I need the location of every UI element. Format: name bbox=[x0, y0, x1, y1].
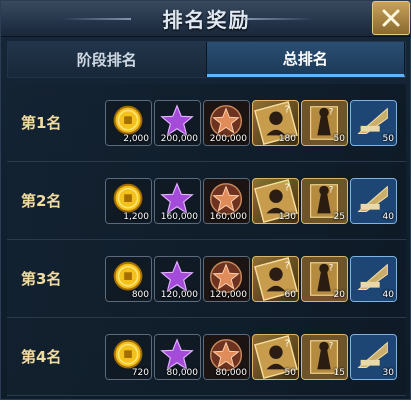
rank-row: 第2名 1,200 160,000 160,000? 130? 25 40 bbox=[7, 162, 406, 240]
reward-item[interactable]: 40 bbox=[350, 256, 397, 302]
reward-item[interactable]: ? 180 bbox=[252, 100, 299, 146]
reward-item[interactable]: ? 50 bbox=[301, 100, 348, 146]
item-quantity: 180 bbox=[278, 134, 296, 144]
reward-item[interactable]: 2,000 bbox=[105, 100, 152, 146]
reward-item[interactable]: ? 20 bbox=[301, 256, 348, 302]
reward-item[interactable]: 80,000 bbox=[154, 334, 201, 380]
item-quantity: 50 bbox=[333, 134, 345, 144]
item-quantity: 50 bbox=[382, 134, 394, 144]
reward-item[interactable]: 160,000 bbox=[154, 178, 201, 224]
item-quantity: 80,000 bbox=[215, 368, 248, 378]
item-quantity: 1,200 bbox=[123, 212, 149, 222]
svg-text:?: ? bbox=[285, 338, 290, 349]
reward-item[interactable]: 40 bbox=[350, 178, 397, 224]
ranking-tabs: 阶段排名 总排名 bbox=[7, 41, 406, 78]
svg-text:?: ? bbox=[285, 104, 290, 115]
close-button[interactable] bbox=[372, 1, 410, 35]
rank-row: 第1名 2,000 200,000 200,000? 180? 50 50 bbox=[7, 84, 406, 162]
item-quantity: 160,000 bbox=[209, 212, 247, 222]
item-quantity: 120,000 bbox=[209, 290, 247, 300]
header-right-ornament bbox=[244, 18, 314, 20]
reward-item[interactable]: 800 bbox=[105, 256, 152, 302]
item-quantity: 40 bbox=[382, 290, 394, 300]
reward-item[interactable]: ? 60 bbox=[252, 256, 299, 302]
item-quantity: 40 bbox=[382, 212, 394, 222]
tab-stage-ranking[interactable]: 阶段排名 bbox=[8, 42, 207, 77]
item-quantity: 200,000 bbox=[209, 134, 247, 144]
reward-item[interactable]: 200,000 bbox=[154, 100, 201, 146]
reward-items: 800 120,000 120,000? 60? 20 40 bbox=[105, 256, 397, 302]
item-quantity: 50 bbox=[284, 368, 296, 378]
reward-item[interactable]: 200,000 bbox=[203, 100, 250, 146]
item-quantity: 25 bbox=[333, 212, 345, 222]
reward-item[interactable]: 720 bbox=[105, 334, 152, 380]
panel-header: 排名奖励 bbox=[1, 1, 411, 37]
item-quantity: 160,000 bbox=[160, 212, 198, 222]
reward-item[interactable]: 120,000 bbox=[203, 256, 250, 302]
svg-text:?: ? bbox=[285, 260, 290, 271]
svg-text:?: ? bbox=[285, 182, 290, 193]
reward-item[interactable]: 120,000 bbox=[154, 256, 201, 302]
reward-item[interactable]: ? 15 bbox=[301, 334, 348, 380]
svg-text:?: ? bbox=[329, 341, 334, 351]
reward-item[interactable]: 30 bbox=[350, 334, 397, 380]
close-icon bbox=[382, 9, 400, 27]
reward-item[interactable]: ? 25 bbox=[301, 178, 348, 224]
reward-item[interactable]: 80,000 bbox=[203, 334, 250, 380]
reward-item[interactable]: ? 50 bbox=[252, 334, 299, 380]
rank-label: 第2名 bbox=[21, 192, 62, 210]
rank-label: 第3名 bbox=[21, 270, 62, 288]
item-quantity: 800 bbox=[131, 290, 149, 300]
rank-reward-panel: 排名奖励 阶段排名 总排名 第1名 2,000 200,000 200,000? 180… bbox=[0, 0, 411, 400]
item-quantity: 2,000 bbox=[123, 134, 149, 144]
svg-text:?: ? bbox=[329, 107, 334, 117]
svg-text:?: ? bbox=[329, 185, 334, 195]
svg-text:?: ? bbox=[329, 263, 334, 273]
item-quantity: 60 bbox=[284, 290, 296, 300]
item-quantity: 720 bbox=[131, 368, 149, 378]
panel-title: 排名奖励 bbox=[162, 8, 251, 32]
reward-list: 第1名 2,000 200,000 200,000? 180? 50 50 第2名 1,200 1… bbox=[7, 84, 406, 396]
reward-items: 720 80,000 80,000? 50? 15 30 bbox=[105, 334, 397, 380]
reward-item[interactable]: 50 bbox=[350, 100, 397, 146]
item-quantity: 15 bbox=[333, 368, 345, 378]
reward-item[interactable]: ? 130 bbox=[252, 178, 299, 224]
rank-row: 第3名 800 120,000 120,000? 60? 20 40 bbox=[7, 240, 406, 318]
item-quantity: 120,000 bbox=[160, 290, 198, 300]
reward-item[interactable]: 1,200 bbox=[105, 178, 152, 224]
item-quantity: 30 bbox=[382, 368, 394, 378]
rank-label: 第4名 bbox=[21, 348, 62, 366]
item-quantity: 200,000 bbox=[160, 134, 198, 144]
item-quantity: 130 bbox=[278, 212, 296, 222]
rank-label: 第1名 bbox=[21, 114, 62, 132]
item-quantity: 80,000 bbox=[166, 368, 199, 378]
tab-total-ranking[interactable]: 总排名 bbox=[206, 42, 405, 77]
rank-row: 第4名 720 80,000 80,000? 50? 15 30 bbox=[7, 318, 406, 396]
reward-items: 1,200 160,000 160,000? 130? 25 40 bbox=[105, 178, 397, 224]
reward-item[interactable]: 160,000 bbox=[203, 178, 250, 224]
reward-items: 2,000 200,000 200,000? 180? 50 50 bbox=[105, 100, 397, 146]
item-quantity: 20 bbox=[333, 290, 345, 300]
